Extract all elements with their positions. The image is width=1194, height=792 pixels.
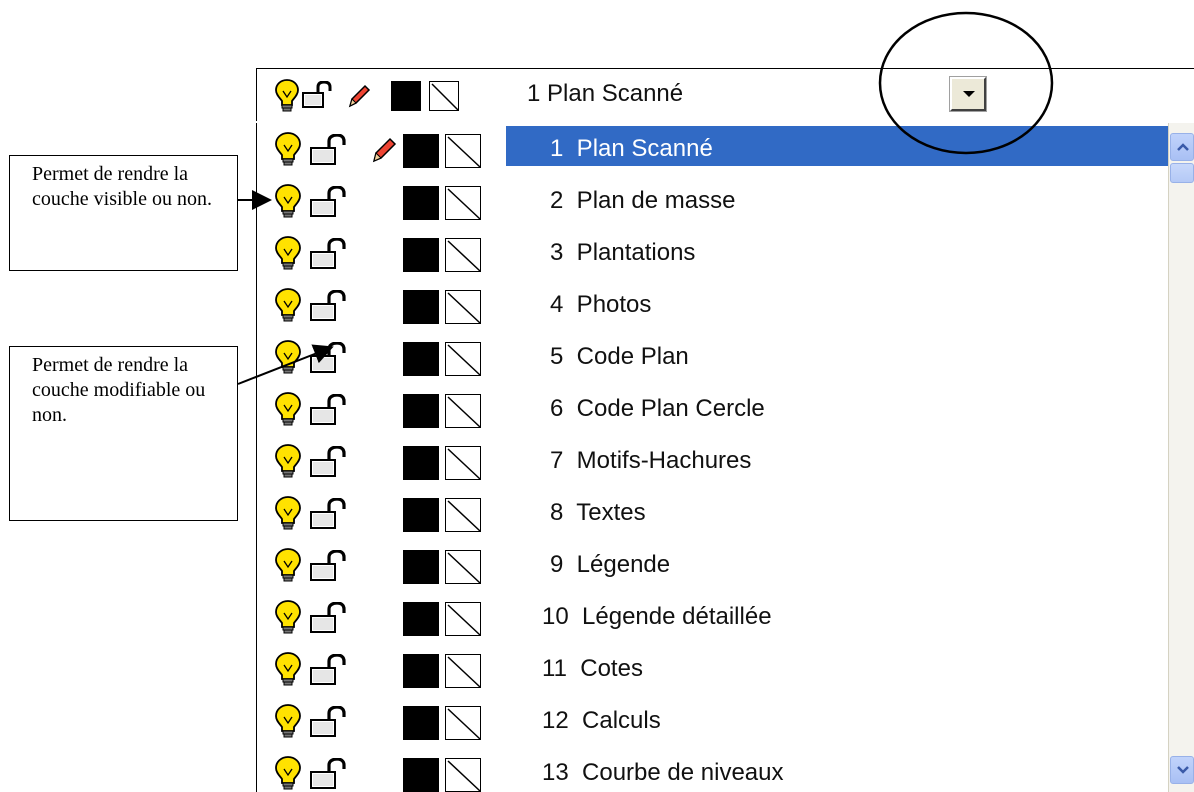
color-swatch-icon[interactable] (403, 186, 439, 220)
callout-visibility: Permet de rendre la couche visible ou no… (9, 155, 238, 271)
lightbulb-icon[interactable] (275, 496, 301, 532)
list-item[interactable]: 2 Plan de masse (257, 175, 1167, 227)
dropdown-arrow-icon (963, 91, 975, 97)
line-style-icon[interactable] (445, 394, 481, 428)
lightbulb-icon[interactable] (275, 184, 301, 220)
callout-editable: Permet de rendre la couche modifiable ou… (9, 346, 238, 521)
layer-name: 1 Plan Scanné (550, 135, 713, 162)
chevron-down-icon (1177, 766, 1189, 774)
layer-name: 7 Motifs-Hachures (550, 447, 752, 474)
line-style-icon[interactable] (445, 498, 481, 532)
pencil-icon[interactable] (371, 136, 397, 164)
scroll-down-button[interactable] (1170, 756, 1194, 784)
list-item[interactable]: 1 Plan Scanné (257, 123, 1168, 175)
list-item[interactable]: 6 Code Plan Cercle (257, 383, 1167, 435)
list-item[interactable]: 7 Motifs-Hachures (257, 435, 1167, 487)
unlocked-padlock-icon[interactable] (309, 134, 349, 166)
unlocked-padlock-icon[interactable] (309, 498, 349, 530)
combo-selected-text: 1 Plan Scanné (527, 80, 684, 107)
list-item[interactable]: 8 Textes (257, 487, 1167, 539)
color-swatch-icon[interactable] (403, 498, 439, 532)
lightbulb-icon[interactable] (275, 79, 299, 113)
unlocked-padlock-icon[interactable] (309, 550, 349, 582)
line-style-icon[interactable] (445, 654, 481, 688)
layer-name: 11 Cotes (542, 655, 643, 682)
callout-visibility-text: Permet de rendre la couche visible ou no… (32, 163, 212, 210)
color-swatch-icon[interactable] (403, 550, 439, 584)
unlocked-padlock-icon[interactable] (309, 238, 349, 270)
lightbulb-icon[interactable] (275, 236, 301, 272)
list-item[interactable]: 5 Code Plan (257, 331, 1167, 383)
unlocked-padlock-icon[interactable] (309, 342, 349, 374)
color-swatch-icon[interactable] (403, 654, 439, 688)
lightbulb-icon[interactable] (275, 652, 301, 688)
layer-name: 4 Photos (550, 291, 652, 318)
lightbulb-icon[interactable] (275, 444, 301, 480)
lightbulb-icon[interactable] (275, 132, 301, 168)
line-style-icon[interactable] (445, 134, 481, 168)
list-item[interactable]: 12 Calculs (257, 695, 1167, 747)
layer-name: 6 Code Plan Cercle (550, 395, 765, 422)
list-item[interactable]: 4 Photos (257, 279, 1167, 331)
line-style-icon[interactable] (445, 342, 481, 376)
lightbulb-icon[interactable] (275, 704, 301, 740)
line-style-icon[interactable] (445, 758, 481, 792)
scroll-thumb[interactable] (1170, 163, 1194, 183)
layer-name: 13 Courbe de niveaux (542, 759, 784, 786)
layer-combo-box[interactable]: 1 Plan Scanné (256, 68, 1194, 121)
unlocked-padlock-icon[interactable] (309, 706, 349, 738)
list-item[interactable]: 3 Plantations (257, 227, 1167, 279)
lightbulb-icon[interactable] (275, 548, 301, 584)
unlocked-padlock-icon[interactable] (309, 654, 349, 686)
unlocked-padlock-icon[interactable] (309, 290, 349, 322)
unlocked-padlock-icon[interactable] (309, 186, 349, 218)
layer-name: 10 Légende détaillée (542, 603, 772, 630)
color-swatch-icon[interactable] (403, 238, 439, 272)
dropdown-button[interactable] (949, 76, 987, 112)
color-swatch-icon[interactable] (403, 446, 439, 480)
layer-name: 2 Plan de masse (550, 187, 736, 214)
unlocked-padlock-icon[interactable] (309, 446, 349, 478)
line-style-icon[interactable] (445, 602, 481, 636)
line-style-icon[interactable] (445, 550, 481, 584)
unlocked-padlock-icon[interactable] (309, 758, 349, 790)
layer-name: 9 Légende (550, 551, 671, 578)
color-swatch-icon[interactable] (403, 758, 439, 792)
color-swatch-icon[interactable] (403, 342, 439, 376)
list-item[interactable]: 9 Légende (257, 539, 1167, 591)
lightbulb-icon[interactable] (275, 392, 301, 428)
lightbulb-icon[interactable] (275, 756, 301, 792)
color-swatch-icon[interactable] (403, 602, 439, 636)
list-item[interactable]: 13 Courbe de niveaux (257, 747, 1167, 792)
color-swatch-icon[interactable] (403, 134, 439, 168)
layer-name: 12 Calculs (542, 707, 661, 734)
unlocked-padlock-icon[interactable] (309, 394, 349, 426)
color-swatch-icon[interactable] (403, 394, 439, 428)
pencil-icon[interactable] (347, 83, 371, 109)
color-swatch-icon[interactable] (403, 290, 439, 324)
color-swatch-icon[interactable] (391, 81, 421, 111)
layer-list[interactable]: 1 Plan Scanné 2 Plan de masse 3 Plantati… (256, 123, 1194, 792)
line-style-icon[interactable] (445, 238, 481, 272)
vertical-scrollbar[interactable] (1168, 123, 1194, 792)
list-item[interactable]: 11 Cotes (257, 643, 1167, 695)
line-style-icon[interactable] (445, 706, 481, 740)
unlocked-padlock-icon[interactable] (309, 602, 349, 634)
scroll-up-button[interactable] (1170, 133, 1194, 161)
list-item[interactable]: 10 Légende détaillée (257, 591, 1167, 643)
layer-name: 5 Code Plan (550, 343, 689, 370)
chevron-up-icon (1177, 143, 1189, 151)
layer-name: 3 Plantations (550, 239, 696, 266)
callout-editable-text: Permet de rendre la couche modifiable ou… (32, 354, 206, 426)
lightbulb-icon[interactable] (275, 288, 301, 324)
line-style-icon[interactable] (445, 290, 481, 324)
layer-name: 8 Textes (550, 499, 646, 526)
line-style-icon[interactable] (429, 81, 459, 111)
line-style-icon[interactable] (445, 186, 481, 220)
lightbulb-icon[interactable] (275, 600, 301, 636)
unlocked-padlock-icon[interactable] (301, 81, 335, 109)
color-swatch-icon[interactable] (403, 706, 439, 740)
line-style-icon[interactable] (445, 446, 481, 480)
lightbulb-icon[interactable] (275, 340, 301, 376)
